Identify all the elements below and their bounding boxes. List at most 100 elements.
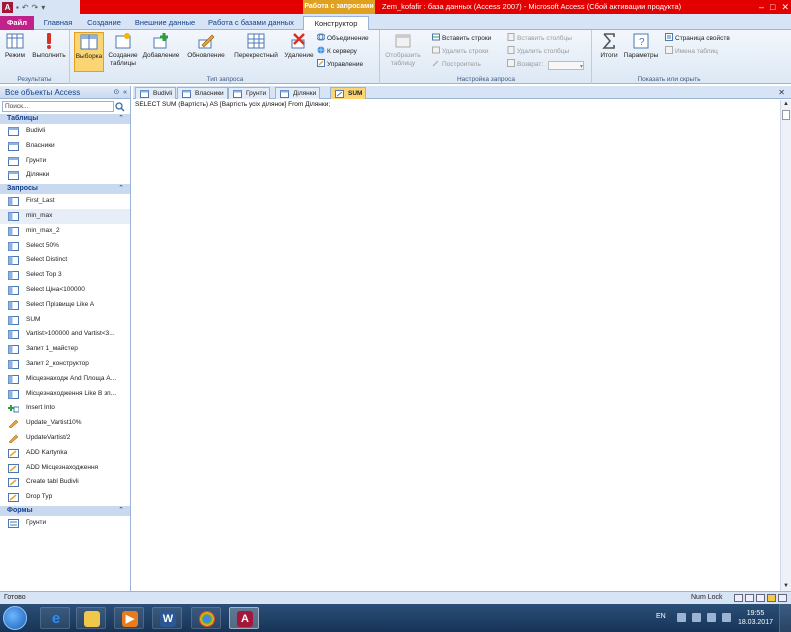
sql-view-icon[interactable]	[767, 594, 776, 602]
table-names-button[interactable]: Имена таблиц	[665, 46, 718, 57]
delete-columns-button[interactable]: Удалить столбцы	[507, 46, 569, 57]
nav-item-query[interactable]: Select Ціна<100000	[0, 283, 130, 298]
crosstab-button[interactable]: Перекрестный	[231, 32, 281, 72]
access-logo-icon[interactable]: A	[2, 1, 13, 13]
taskbar-word[interactable]: W	[152, 607, 182, 629]
customize-qat-icon[interactable]: ▾	[41, 3, 45, 12]
doc-tab-sum[interactable]: SUM	[330, 87, 367, 99]
taskbar-chrome[interactable]	[191, 607, 221, 629]
datasheet-view-icon[interactable]	[734, 594, 743, 602]
pivot-chart-view-icon[interactable]	[756, 594, 765, 602]
union-button[interactable]: Объединение	[317, 33, 369, 44]
nav-item-query[interactable]: Create tabl Budivli	[0, 475, 130, 490]
delete-query-button[interactable]: Удаление	[282, 32, 316, 72]
close-button[interactable]: ✕	[781, 2, 789, 13]
volume-icon[interactable]	[722, 613, 731, 622]
builder-button[interactable]: Построитель	[432, 59, 481, 70]
tray-icon[interactable]	[677, 613, 686, 622]
insert-rows-button[interactable]: Вставить строки	[432, 33, 491, 44]
clock[interactable]: 19:55 18.03.2017	[738, 609, 773, 627]
vertical-scrollbar[interactable]: ▲ ▼	[780, 100, 791, 591]
nav-item-query[interactable]: Insert Into	[0, 401, 130, 416]
scroll-up-arrow-icon[interactable]: ▲	[781, 100, 791, 109]
nav-item-table[interactable]: Ділянки	[0, 168, 130, 183]
scroll-thumb[interactable]	[782, 110, 790, 120]
sql-text[interactable]: SELECT SUM (Вартість) AS [Вартість усіх …	[135, 101, 330, 108]
pivot-table-view-icon[interactable]	[745, 594, 754, 602]
doc-tab-budivli[interactable]: Budivli	[135, 87, 177, 99]
make-table-button[interactable]: Создание таблицы	[107, 32, 139, 72]
nav-item-query[interactable]: min_max	[0, 208, 130, 224]
sql-editor[interactable]: SELECT SUM (Вартість) AS [Вартість усіх …	[133, 100, 780, 591]
search-icon[interactable]	[115, 102, 125, 112]
start-button[interactable]	[3, 606, 27, 630]
nav-item-query[interactable]: Select 50%	[0, 239, 130, 254]
collapse-arrows-icon[interactable]: ⌃	[118, 506, 124, 516]
append-button[interactable]: Добавление	[141, 32, 181, 72]
nav-item-query[interactable]: Select Distinct	[0, 253, 130, 268]
doc-tab-vlasnyky[interactable]: Власники	[177, 87, 228, 99]
property-sheet-button[interactable]: Страница свойств	[665, 33, 730, 44]
show-desktop-button[interactable]	[779, 604, 791, 632]
nav-item-query[interactable]: Запит 2_конструктор	[0, 357, 130, 372]
save-icon[interactable]: ▪	[16, 3, 19, 12]
tab-home[interactable]: Главная	[40, 16, 76, 30]
doc-tab-dilyanky[interactable]: Ділянки	[275, 87, 321, 99]
nav-item-query[interactable]: Update_Vartist10%	[0, 416, 130, 431]
nav-item-query[interactable]: Vartist>100000 and Vartist<3...	[0, 327, 130, 342]
taskbar-media-player[interactable]: ▶	[114, 607, 144, 629]
tray-icon[interactable]	[692, 613, 701, 622]
nav-item-query[interactable]: ADD Kartynka	[0, 446, 130, 461]
collapse-arrows-icon[interactable]: ⌃	[118, 184, 124, 194]
run-button[interactable]: Выполнить	[30, 32, 68, 72]
doc-tab-grunty[interactable]: Грунти	[228, 87, 271, 99]
taskbar-access[interactable]: A	[229, 607, 259, 629]
tab-file[interactable]: Файл	[0, 16, 34, 30]
nav-item-query[interactable]: Select Прізвище Like A	[0, 298, 130, 313]
return-dropdown[interactable]: ▾	[548, 61, 584, 70]
nav-item-query[interactable]: ADD Місцезнаходження	[0, 461, 130, 476]
scroll-down-arrow-icon[interactable]: ▼	[781, 582, 791, 591]
nav-item-query[interactable]: UpdateVartist/2	[0, 431, 130, 446]
undo-icon[interactable]: ↶	[22, 3, 29, 12]
nav-item-query[interactable]: Місцезнаходж And Площа A...	[0, 372, 130, 387]
design-view-icon[interactable]	[778, 594, 787, 602]
nav-header[interactable]: Все объекты Access ⊙ «	[0, 86, 130, 99]
tab-external-data[interactable]: Внешние данные	[132, 16, 198, 30]
nav-item-table[interactable]: Budivli	[0, 124, 130, 139]
view-button[interactable]: Режим	[2, 32, 28, 72]
tab-design[interactable]: Конструктор	[303, 16, 369, 30]
nav-menu-dropdown-icon[interactable]: ⊙	[113, 89, 119, 96]
pass-through-button[interactable]: К серверу	[317, 46, 357, 57]
parameters-button[interactable]: ? Параметры	[623, 32, 659, 72]
taskbar-explorer[interactable]	[76, 607, 106, 629]
language-indicator[interactable]: EN	[656, 613, 666, 620]
section-forms[interactable]: Формы ⌃	[0, 505, 130, 516]
totals-button[interactable]: Итоги	[596, 32, 622, 72]
data-definition-button[interactable]: Управление	[317, 59, 363, 70]
tab-create[interactable]: Создание	[82, 16, 126, 30]
minimize-button[interactable]: –	[759, 2, 764, 12]
nav-item-query[interactable]: Select Top 3	[0, 268, 130, 283]
section-queries[interactable]: Запросы ⌃	[0, 184, 130, 195]
tab-database-tools[interactable]: Работа с базами данных	[206, 16, 296, 30]
network-icon[interactable]	[707, 613, 716, 622]
nav-item-query[interactable]: Запит 1_майстер	[0, 342, 130, 357]
nav-search-input[interactable]: Поиск...	[2, 101, 125, 112]
update-button[interactable]: Обновление	[183, 32, 229, 72]
nav-item-form[interactable]: Грунти	[0, 516, 130, 531]
insert-columns-button[interactable]: Вставить столбцы	[507, 33, 572, 44]
collapse-arrows-icon[interactable]: ⌃	[118, 114, 124, 124]
close-document-icon[interactable]: ✕	[778, 86, 785, 99]
nav-collapse-icon[interactable]: «	[123, 89, 127, 96]
nav-item-query[interactable]: min_max_2	[0, 224, 130, 239]
nav-item-query[interactable]: Місцезнаходження Like B зп...	[0, 387, 130, 402]
taskbar-ie[interactable]: e	[40, 607, 70, 629]
nav-item-table[interactable]: Грунти	[0, 154, 130, 169]
section-tables[interactable]: Таблицы ⌃	[0, 114, 130, 124]
nav-item-query[interactable]: First_Last	[0, 194, 130, 209]
nav-item-query[interactable]: Drop Typ	[0, 490, 130, 505]
redo-icon[interactable]: ↷	[32, 3, 39, 12]
maximize-button[interactable]: □	[770, 2, 775, 12]
select-query-button[interactable]: Выборка	[74, 32, 104, 72]
